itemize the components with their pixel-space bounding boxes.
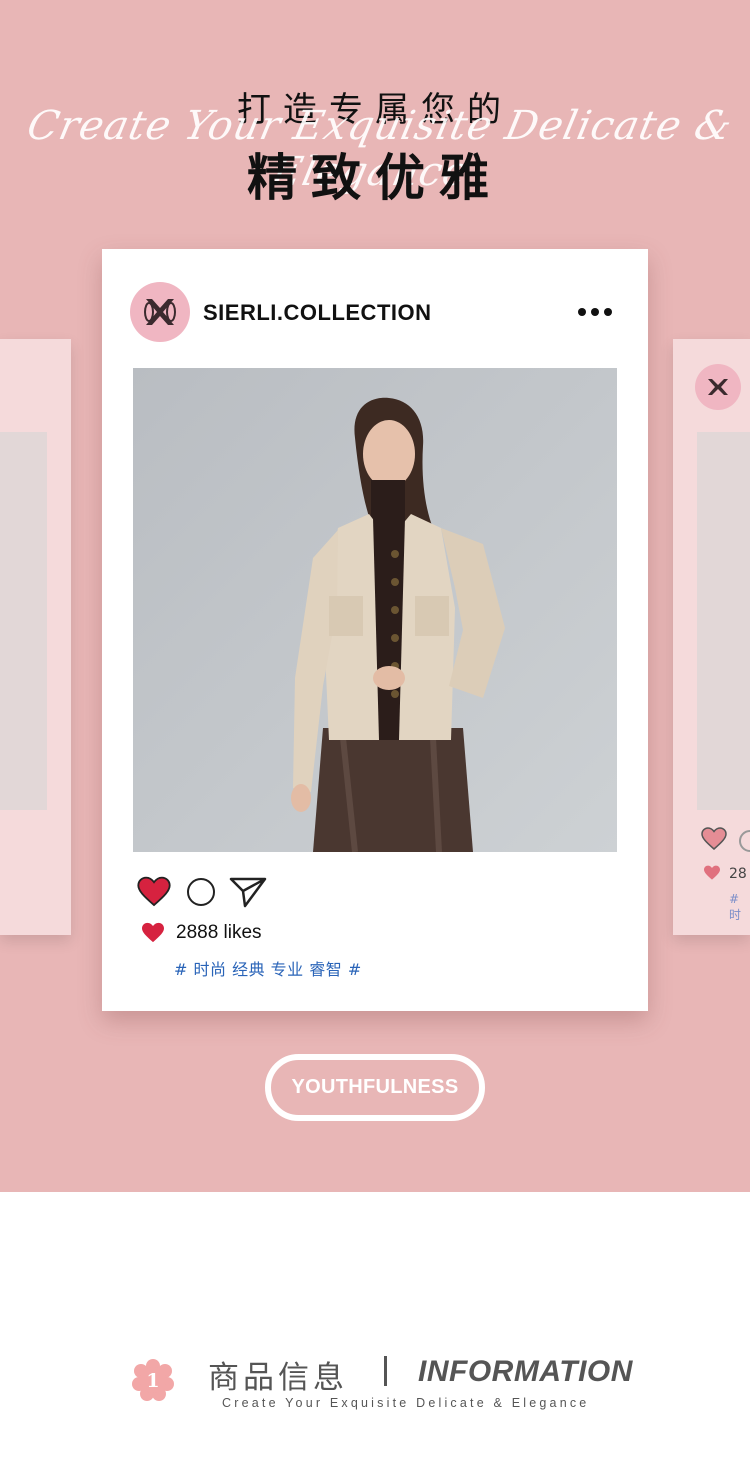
account-avatar[interactable] — [130, 282, 190, 342]
side-tags-text: # 时 — [729, 892, 742, 922]
hero-title-main: 精致优雅 — [247, 149, 503, 207]
comment-circle-icon[interactable] — [187, 878, 215, 906]
more-dots-icon[interactable] — [576, 304, 616, 320]
side-card-photo — [0, 432, 47, 810]
info-subtitle: Create Your Exquisite Delicate & Eleganc… — [222, 1396, 590, 1410]
heart-icon — [142, 922, 164, 943]
info-divider — [384, 1356, 387, 1386]
send-icon[interactable] — [228, 875, 268, 909]
account-name[interactable]: SIERLI.COLLECTION — [203, 300, 432, 326]
hero-section: 打造专属您的 Create Your Exquisite Delicate & … — [0, 0, 750, 1192]
flower-number-icon: 1 — [132, 1359, 174, 1401]
info-title-cn: 商品信息 — [208, 1360, 348, 1396]
product-photo[interactable] — [133, 368, 617, 852]
heart-icon — [701, 827, 727, 850]
like-heart-icon[interactable] — [137, 876, 171, 908]
heart-icon — [704, 865, 720, 880]
info-title-en: INFORMATION — [418, 1355, 633, 1388]
post-hashtags[interactable]: # 时尚 经典 专业 睿智 # — [174, 956, 362, 980]
youthfulness-badge: YOUTHFULNESS — [265, 1054, 485, 1121]
post-card: SIERLI.COLLECTION 2888 likes # 时尚 经典 专业 … — [102, 249, 648, 1011]
sierli-monogram-logo — [144, 299, 176, 325]
side-card-photo — [697, 432, 750, 810]
likes-count: 2888 likes — [176, 922, 262, 943]
comment-circle-icon — [739, 830, 750, 852]
side-card-left — [0, 339, 71, 935]
side-card-right: 28 # 时 — [673, 339, 750, 935]
side-card-logo — [695, 364, 741, 410]
side-likes-text: 28 — [729, 866, 747, 882]
info-number: 1 — [146, 1370, 159, 1392]
